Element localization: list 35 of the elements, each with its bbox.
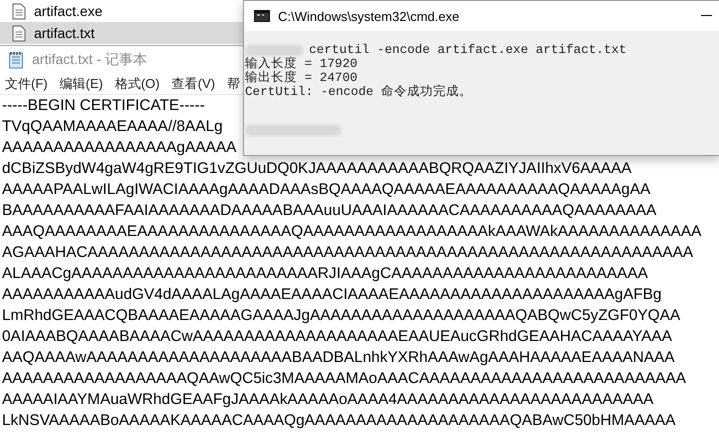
text-line: AAAAAPAALwILAgIWACIAAAAgAAAADAAAsBQAAAAQAAAAAEAAAAAAAAAAQAAAAAgAA [2,180,650,200]
text-line: LkNSVAAAAABoAAAAAKAAAAACAAAAQgAAAAAAAAAAAAAAAAAAAAQABAwC50bHMAAAAA [2,411,676,431]
file-row[interactable]: artifact.exe [0,0,243,22]
blurred-redaction [245,44,303,56]
text-line: 0AIAAABQAAAABAAAACwAAAAAAAAAAAAAAAAAAAAEAAUEAucGRhdGEAAHACAAAAYAAA [2,327,672,347]
text-line: AAAAAAAAAAAAAAAAAAQAAwQC5ic3MAAAAAMAoAAACAAAAAAAAAAAAAAAAAAAAAAAAAA [2,369,686,389]
window-title: artifact.txt - 记事本 [32,50,148,68]
text-line: dCBiZSBydW4gaW4gRE9TIG1vZGUuDQ0KJAAAAAAAAAAABQRQAAZIYJAIIhxV6AAAAA [2,159,632,179]
console-icon [254,10,270,22]
console-line: CertUtil: -encode 命令成功完成。 [245,85,472,99]
minimize-icon[interactable] [701,15,712,17]
text-line: BAAAAAAAAAAFAAIAAAAAAADAAAAABAAAuuUAAAIAAAAAACAAAAAAAAAAQAAAAAAAA [2,201,656,221]
menu-item[interactable]: 编辑(E) [60,74,103,92]
window-title: C:\Windows\system32\cmd.exe [278,8,460,24]
document-icon [12,24,26,42]
text-line: LmRhdGEAAACQBAAAAEAAAAAGAAAAJgAAAAAAAAAAAAAAAAAAAAQABQwC5yZGF0YQAA [2,306,680,326]
text-line: AAQAAAAwAAAAAAAAAAAAAAAAAAAABAADBALnhkYXRhAAAwAgAAAHAAAAAEAAAANAAA [2,348,675,368]
menu-item[interactable]: 文件(F) [5,74,48,92]
text-line: AAAAAIAAYMAuaWRhdGEAAFgJAAAAkAAAAAoAAAA4AAAAAAAAAAAAAAAAAAAAAAAAA [2,390,654,410]
text-line: ALAAACgAAAAAAAAAAAAAAAAAAAAAAAARJIAAAgCAAAAAAAAAAAAAAAAAAAAAAAAA [2,264,648,284]
console-line: 输入长度 = 17920 [245,57,358,71]
console-line: certutil -encode artifact.exe artifact.txt [309,43,626,57]
menu-item[interactable]: 帮 [227,74,240,92]
text-line: AAAAAAAAAAAAAAAAAgAAAAA [2,138,236,158]
text-line: TVqQAAMAAAAEAAAA//8AALg [2,117,223,137]
text-line: AAAAAAAAAAAudGV4dAAAALAgAAAAEAAAACIAAAAEAAAAAAAAAAAAAAAAAAAAAgAFBg [2,285,662,305]
text-line: AAAQAAAAAAAAEAAAAAAAAAAAAAAAQAAAAAAAAAAAAAAAAAAkAAAWAkAAAAAAAAAAAAAA [2,222,702,242]
menu-item[interactable]: 格式(O) [114,74,160,92]
text-line: -----BEGIN CERTIFICATE----- [2,96,205,116]
text-line: AGAAAHACAAAAAAAAAAAAAAAAAAAAAAAAAAAAAAAAAAAAAAAAAAAAAAAAAAAAAAAAAAA [2,243,694,263]
notepad-icon [8,50,24,68]
document-icon [12,2,26,20]
file-row[interactable]: artifact.txt [0,22,243,44]
console-line: 输出长度 = 24700 [245,71,358,85]
menu-item[interactable]: 查看(V) [172,74,216,92]
